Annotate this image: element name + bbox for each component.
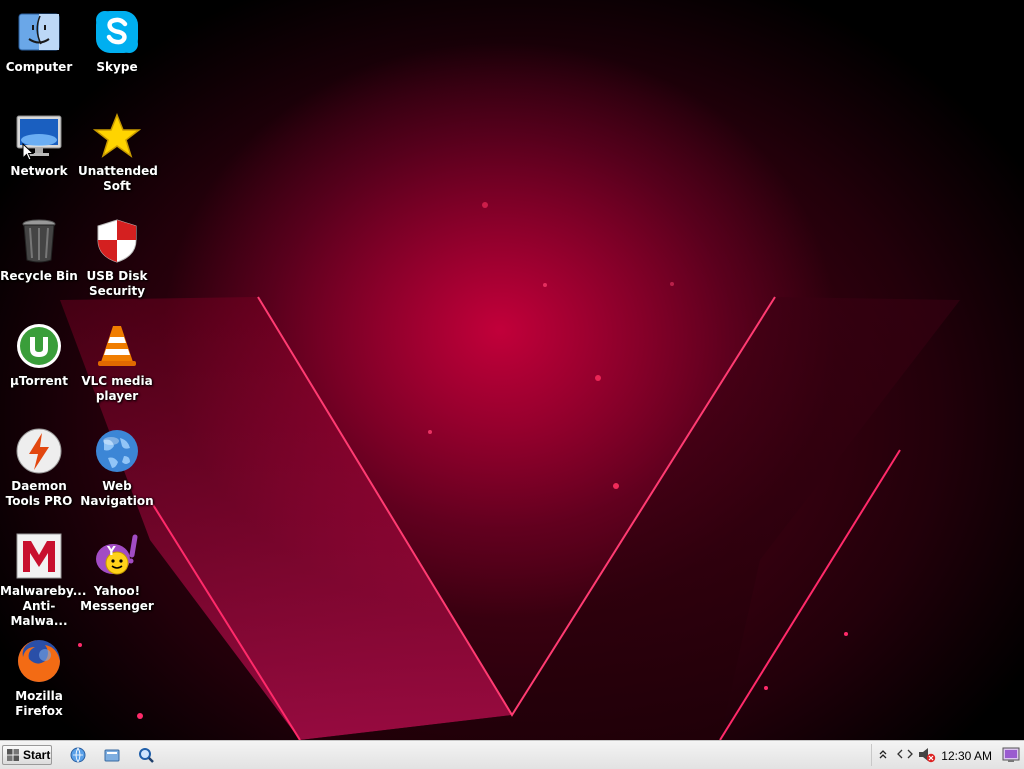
taskbar: Start 12:30 AM [0,740,1024,769]
desktop-icon-daemon-tools[interactable]: Daemon Tools PRO [0,427,78,527]
desktop-icon-web-navigation[interactable]: Web Navigation [78,427,156,527]
yahoo-messenger-icon: Y [93,532,141,580]
desktop-icon-utorrent[interactable]: µTorrent [0,322,78,422]
desktop-icon-label: Mozilla Firefox [15,689,63,718]
desktop-icon-yahoo-messenger[interactable]: Y Yahoo! Messenger [78,532,156,632]
skype-icon [93,8,141,56]
expand-arrows-icon[interactable] [878,748,888,760]
desktop-icon-label: Computer [5,60,73,74]
trash-icon [15,217,63,265]
start-button[interactable]: Start [2,745,52,765]
desktop-icon-label: USB Disk Security [86,269,148,298]
firefox-icon [15,637,63,685]
desktop-icon-label: Web Navigation [80,479,154,508]
file-manager-icon[interactable] [104,747,120,763]
desktop-icon-usb-disk-security[interactable]: USB Disk Security [78,217,156,317]
search-icon[interactable] [138,747,154,763]
desktop-icon-firefox[interactable]: Mozilla Firefox [0,637,78,737]
desktop-icon-label: Unattended Soft [78,164,158,193]
desktop-icon-label: Recycle Bin [0,269,78,283]
volume-muted-icon[interactable] [918,747,936,763]
browser-icon[interactable] [70,747,86,763]
vlc-cone-icon [93,322,141,370]
start-label: Start [23,748,51,762]
desktop-icon-label: VLC media player [81,374,153,403]
desktop-icon-malwarebytes[interactable]: Malwareby... Anti-Malwa... [0,532,87,632]
display-icon[interactable] [1002,747,1020,763]
lightning-disc-icon [15,427,63,475]
desktop-icon-label: Network [10,164,68,178]
desktop-icon-label: Yahoo! Messenger [80,584,154,613]
desktop-icon-vlc[interactable]: VLC media player [78,322,156,422]
finder-icon [15,8,63,56]
globe-icon [93,427,141,475]
desktop-icon-unattended-soft[interactable]: Unattended Soft [78,112,158,212]
system-tray: 12:30 AM [871,744,1024,766]
svg-text:Y: Y [106,544,116,558]
start-logo-icon [7,749,19,761]
star-icon [93,112,141,160]
network-arrows-icon[interactable] [896,748,914,760]
desktop-icon-label: Malwareby... Anti-Malwa... [0,584,87,628]
desktop-icon-skype[interactable]: Skype [78,8,156,108]
desktop-icon-network[interactable]: Network [0,112,78,212]
mouse-cursor [22,143,34,161]
clock[interactable]: 12:30 AM [941,749,992,763]
malwarebytes-icon [15,532,63,580]
utorrent-icon [15,322,63,370]
desktop-icon-label: Skype [96,60,138,74]
desktop-icon-label: µTorrent [10,374,68,388]
desktop-icon-recycle-bin[interactable]: Recycle Bin [0,217,78,317]
desktop[interactable]: Computer Network Recycle Bin µTorrent Da… [0,0,1024,740]
desktop-icon-label: Daemon Tools PRO [5,479,73,508]
desktop-icon-computer[interactable]: Computer [0,8,78,108]
shield-icon [93,217,141,265]
